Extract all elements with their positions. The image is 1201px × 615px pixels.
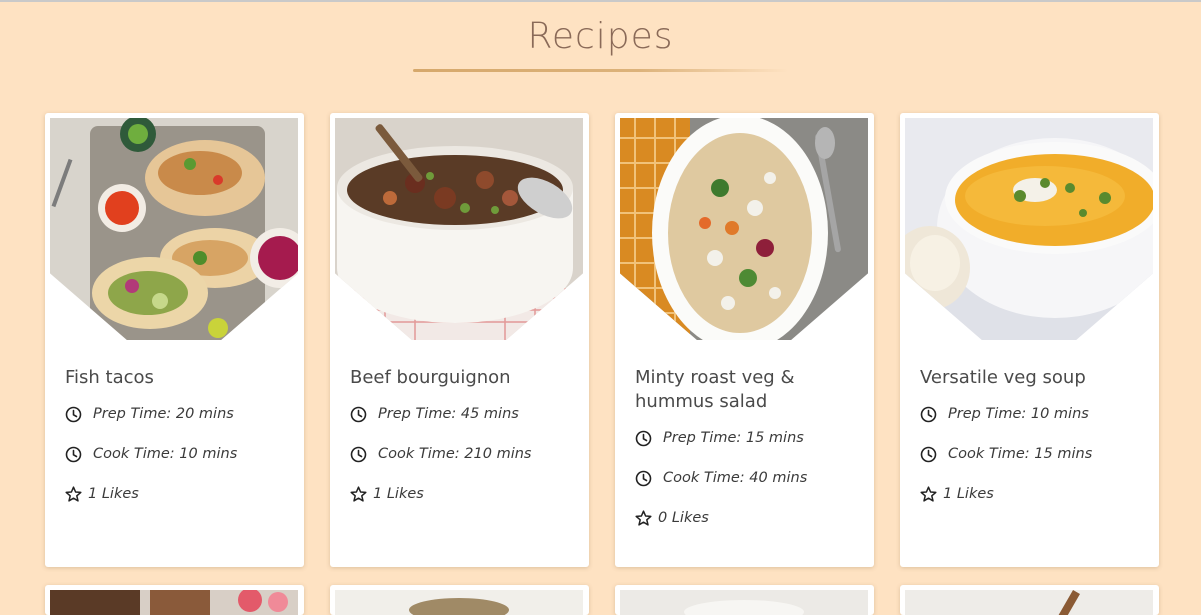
star-icon[interactable] [65,485,82,503]
recipe-card-next-row[interactable] [45,585,304,615]
clock-icon [635,470,652,486]
recipe-card-minty-roast-veg[interactable]: Minty roast veg & hummus salad Prep Time… [615,113,874,567]
likes-count: 1 Likes [88,486,139,502]
clock-icon [635,430,652,446]
prep-time: Prep Time: 45 mins [350,404,519,424]
prep-time-text: Prep Time: 45 mins [378,406,519,422]
clock-icon [65,406,82,422]
likes-count: 0 Likes [658,510,709,526]
prep-time: Prep Time: 15 mins [635,428,804,448]
recipe-title[interactable]: Beef bourguignon [350,366,575,390]
recipe-image-beef-bourguignon[interactable] [335,118,583,340]
likes[interactable]: 1 Likes [65,484,139,504]
recipe-card-versatile-veg-soup[interactable]: Versatile veg soup Prep Time: 10 mins Co… [900,113,1159,567]
cook-time: Cook Time: 210 mins [350,444,531,464]
cook-time: Cook Time: 10 mins [65,444,237,464]
clock-icon [920,406,937,422]
browser-top-edge [0,0,1201,2]
prep-time-text: Prep Time: 20 mins [93,406,234,422]
clock-icon [920,446,937,462]
recipe-title[interactable]: Fish tacos [65,366,290,390]
recipe-image-minty-roast-veg[interactable] [620,118,868,340]
likes-count: 1 Likes [373,486,424,502]
star-icon[interactable] [350,485,367,503]
cook-time-text: Cook Time: 40 mins [663,470,808,486]
recipe-image-versatile-veg-soup[interactable] [905,118,1153,340]
recipe-card-fish-tacos[interactable]: Fish tacos Prep Time: 20 mins Cook Time:… [45,113,304,567]
clock-icon [350,446,367,462]
recipe-title[interactable]: Versatile veg soup [920,366,1145,390]
cook-time: Cook Time: 15 mins [920,444,1092,464]
title-underline [413,69,788,72]
cook-time-text: Cook Time: 210 mins [378,446,532,462]
likes[interactable]: 1 Likes [350,484,424,504]
recipe-card-next-row[interactable] [900,585,1159,615]
likes[interactable]: 1 Likes [920,484,994,504]
star-icon[interactable] [635,509,652,527]
cook-time-text: Cook Time: 15 mins [948,446,1093,462]
recipe-title[interactable]: Minty roast veg & hummus salad [635,366,860,414]
likes-count: 1 Likes [943,486,994,502]
prep-time-text: Prep Time: 10 mins [948,406,1089,422]
cook-time: Cook Time: 40 mins [635,468,807,488]
page-title: Recipes [527,16,674,57]
star-icon[interactable] [920,485,937,503]
recipe-image-fish-tacos[interactable] [50,118,298,340]
likes[interactable]: 0 Likes [635,508,709,528]
recipe-card-beef-bourguignon[interactable]: Beef bourguignon Prep Time: 45 mins Cook… [330,113,589,567]
prep-time: Prep Time: 20 mins [65,404,234,424]
clock-icon [350,406,367,422]
recipe-card-next-row[interactable] [330,585,589,615]
clock-icon [65,446,82,462]
prep-time: Prep Time: 10 mins [920,404,1089,424]
prep-time-text: Prep Time: 15 mins [663,430,804,446]
recipe-card-next-row[interactable] [615,585,874,615]
cook-time-text: Cook Time: 10 mins [93,446,238,462]
